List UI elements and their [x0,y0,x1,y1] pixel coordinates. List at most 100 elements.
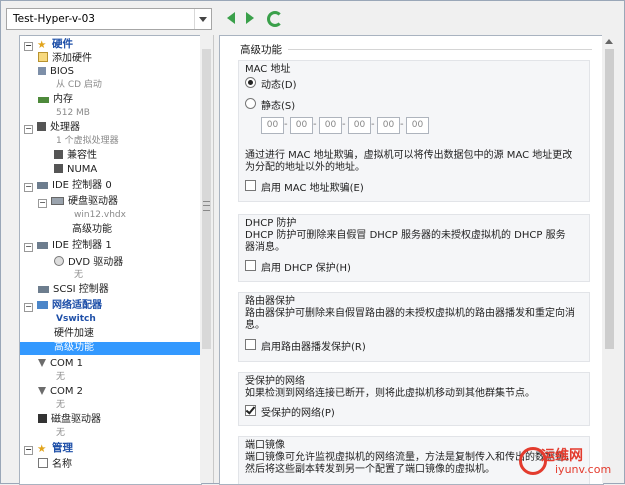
router-guard-label[interactable]: 启用路由器播发保护(R) [261,338,366,353]
tree-ide0[interactable]: − IDE 控制器 0 [24,180,112,192]
tree-hardware-header[interactable]: − ★ 硬件 [24,38,73,51]
tree-nic-advanced[interactable]: 高级功能 [20,342,201,355]
dhcp-description: DHCP 防护可删除来自假冒 DHCP 服务器的未授权虚拟机的 DHCP 服务器… [245,230,566,253]
mac-octet-4[interactable]: 00 [348,117,371,134]
collapse-icon[interactable]: − [24,125,33,134]
tree-hdd-label: 硬盘驱动器 [68,196,118,207]
dhcp-group-title: DHCP 防护 [245,218,297,229]
mac-group-title: MAC 地址 [245,64,291,75]
tree-hw-accel[interactable]: 硬件加速 [54,328,94,340]
dhcp-guard-checkbox[interactable] [245,260,256,271]
add-hardware-icon [38,52,48,62]
mac-octet-6[interactable]: 00 [406,117,429,134]
tree-management-header[interactable]: − ★ 管理 [24,442,73,455]
tree-processor[interactable]: − 处理器 [24,122,80,134]
tree-vm-name[interactable]: 名称 [38,458,72,470]
toolbar: Test-Hyper-v-03 [1,1,624,35]
tree-nic[interactable]: − 网络适配器 [24,300,102,312]
mac-separator: - [400,119,404,130]
back-arrow-icon[interactable] [225,11,237,25]
controller-icon [38,286,49,293]
mac-octet-2[interactable]: 00 [290,117,313,134]
tree-add-hardware[interactable]: 添加硬件 [38,52,92,64]
tree-memory-detail: 512 MB [56,108,90,118]
cpu-icon [54,150,63,159]
scroll-thumb[interactable] [202,49,211,349]
mac-separator: - [371,119,375,130]
dhcp-guard-group: DHCP 防护 DHCP 防护可删除来自假冒 DHCP 服务器的未授权虚拟机的 … [238,214,590,282]
mac-dynamic-label[interactable]: 动态(D) [261,76,297,91]
tree-scsi-label: SCSI 控制器 [53,284,109,295]
scroll-up-icon[interactable] [605,39,613,44]
name-icon [38,458,48,468]
controller-icon [37,242,48,249]
mac-static-radio[interactable] [245,98,256,109]
expand-collapse-icon[interactable]: − [24,42,33,51]
tree-com2[interactable]: COM 2 [38,386,83,398]
router-guard-checkbox[interactable] [245,339,256,350]
mac-octet-1[interactable]: 00 [261,117,284,134]
tree-memory[interactable]: 内存 [38,94,73,106]
dhcp-guard-label[interactable]: 启用 DHCP 保护(H) [261,259,351,274]
tree-floppy-detail: 无 [56,428,66,438]
scroll-grip-icon [203,201,210,211]
mac-static-label[interactable]: 静态(S) [261,97,295,112]
controller-icon [37,182,48,189]
star-icon: ★ [37,443,47,455]
tree-floppy-label: 磁盘驱动器 [51,414,101,425]
mac-address-input[interactable]: 00 - 00 - 00 - 00 - 00 - 00 [261,117,429,134]
floppy-icon [38,414,47,423]
collapse-icon[interactable]: − [24,183,33,192]
tree-com2-label: COM 2 [50,386,84,397]
refresh-icon[interactable] [267,11,283,27]
tree-processor-label: 处理器 [50,122,80,133]
memory-icon [38,97,49,103]
vm-selector-dropdown[interactable]: Test-Hyper-v-03 [6,8,212,30]
chevron-down-icon[interactable] [194,9,211,29]
tree-management-label: 管理 [52,442,73,454]
tree-compat[interactable]: 兼容性 [54,150,97,162]
tree-bios-detail: 从 CD 启动 [56,80,102,90]
tree-com1-detail: 无 [56,372,66,382]
collapse-icon[interactable]: − [24,243,33,252]
tree-scrollbar[interactable] [200,35,214,483]
serial-port-icon [38,387,46,395]
tree-com1[interactable]: COM 1 [38,358,83,370]
tree-dvd-detail: 无 [74,270,84,280]
collapse-icon[interactable]: − [24,303,33,312]
scroll-thumb[interactable] [605,49,614,349]
title-divider [288,49,592,50]
mac-spoof-checkbox[interactable] [245,180,256,191]
mac-octet-3[interactable]: 00 [319,117,342,134]
tree-bios[interactable]: BIOS [38,66,74,78]
watermark-url: iyunv.com [555,463,612,476]
mac-spoof-label[interactable]: 启用 MAC 地址欺骗(E) [261,179,364,194]
tree-floppy[interactable]: 磁盘驱动器 [38,414,101,426]
tree-com1-label: COM 1 [50,358,84,369]
tree-dvd[interactable]: DVD 驱动器 [54,256,123,268]
settings-window: Test-Hyper-v-03 − ★ 硬件 添加硬件 BIOS 从 CD 启动 内… [0,0,625,485]
tree-ide1[interactable]: − IDE 控制器 1 [24,240,112,252]
forward-arrow-icon[interactable] [244,11,256,25]
mac-separator: - [313,119,317,130]
mirroring-group-title: 端口镜像 [245,440,285,451]
protected-group-title: 受保护的网络 [245,376,305,387]
protected-network-label[interactable]: 受保护的网络(P) [261,404,335,419]
tree-numa[interactable]: NUMA [54,164,97,176]
expand-collapse-icon[interactable]: − [24,446,33,455]
tree-vm-name-label: 名称 [52,459,72,470]
collapse-icon[interactable]: − [38,199,47,208]
tree-bios-label: BIOS [50,66,75,77]
protected-network-checkbox[interactable] [245,405,256,416]
mac-dynamic-radio[interactable] [245,77,256,88]
tree-hdd-advanced[interactable]: 高级功能 [72,224,112,236]
tree-scsi[interactable]: SCSI 控制器 [38,284,109,296]
mac-octet-5[interactable]: 00 [377,117,400,134]
star-icon: ★ [37,39,47,51]
tree-nic-detail: Vswitch [56,314,96,324]
router-guard-group: 路由器保护 路由器保护可删除来自假冒路由器的未授权虚拟机的路由器播发和重定向消息… [238,292,590,362]
watermark-title: 运维网 [541,448,583,464]
tree-numa-label: NUMA [67,164,98,175]
details-scrollbar[interactable] [602,35,616,483]
tree-hdd[interactable]: − 硬盘驱动器 [38,196,118,208]
